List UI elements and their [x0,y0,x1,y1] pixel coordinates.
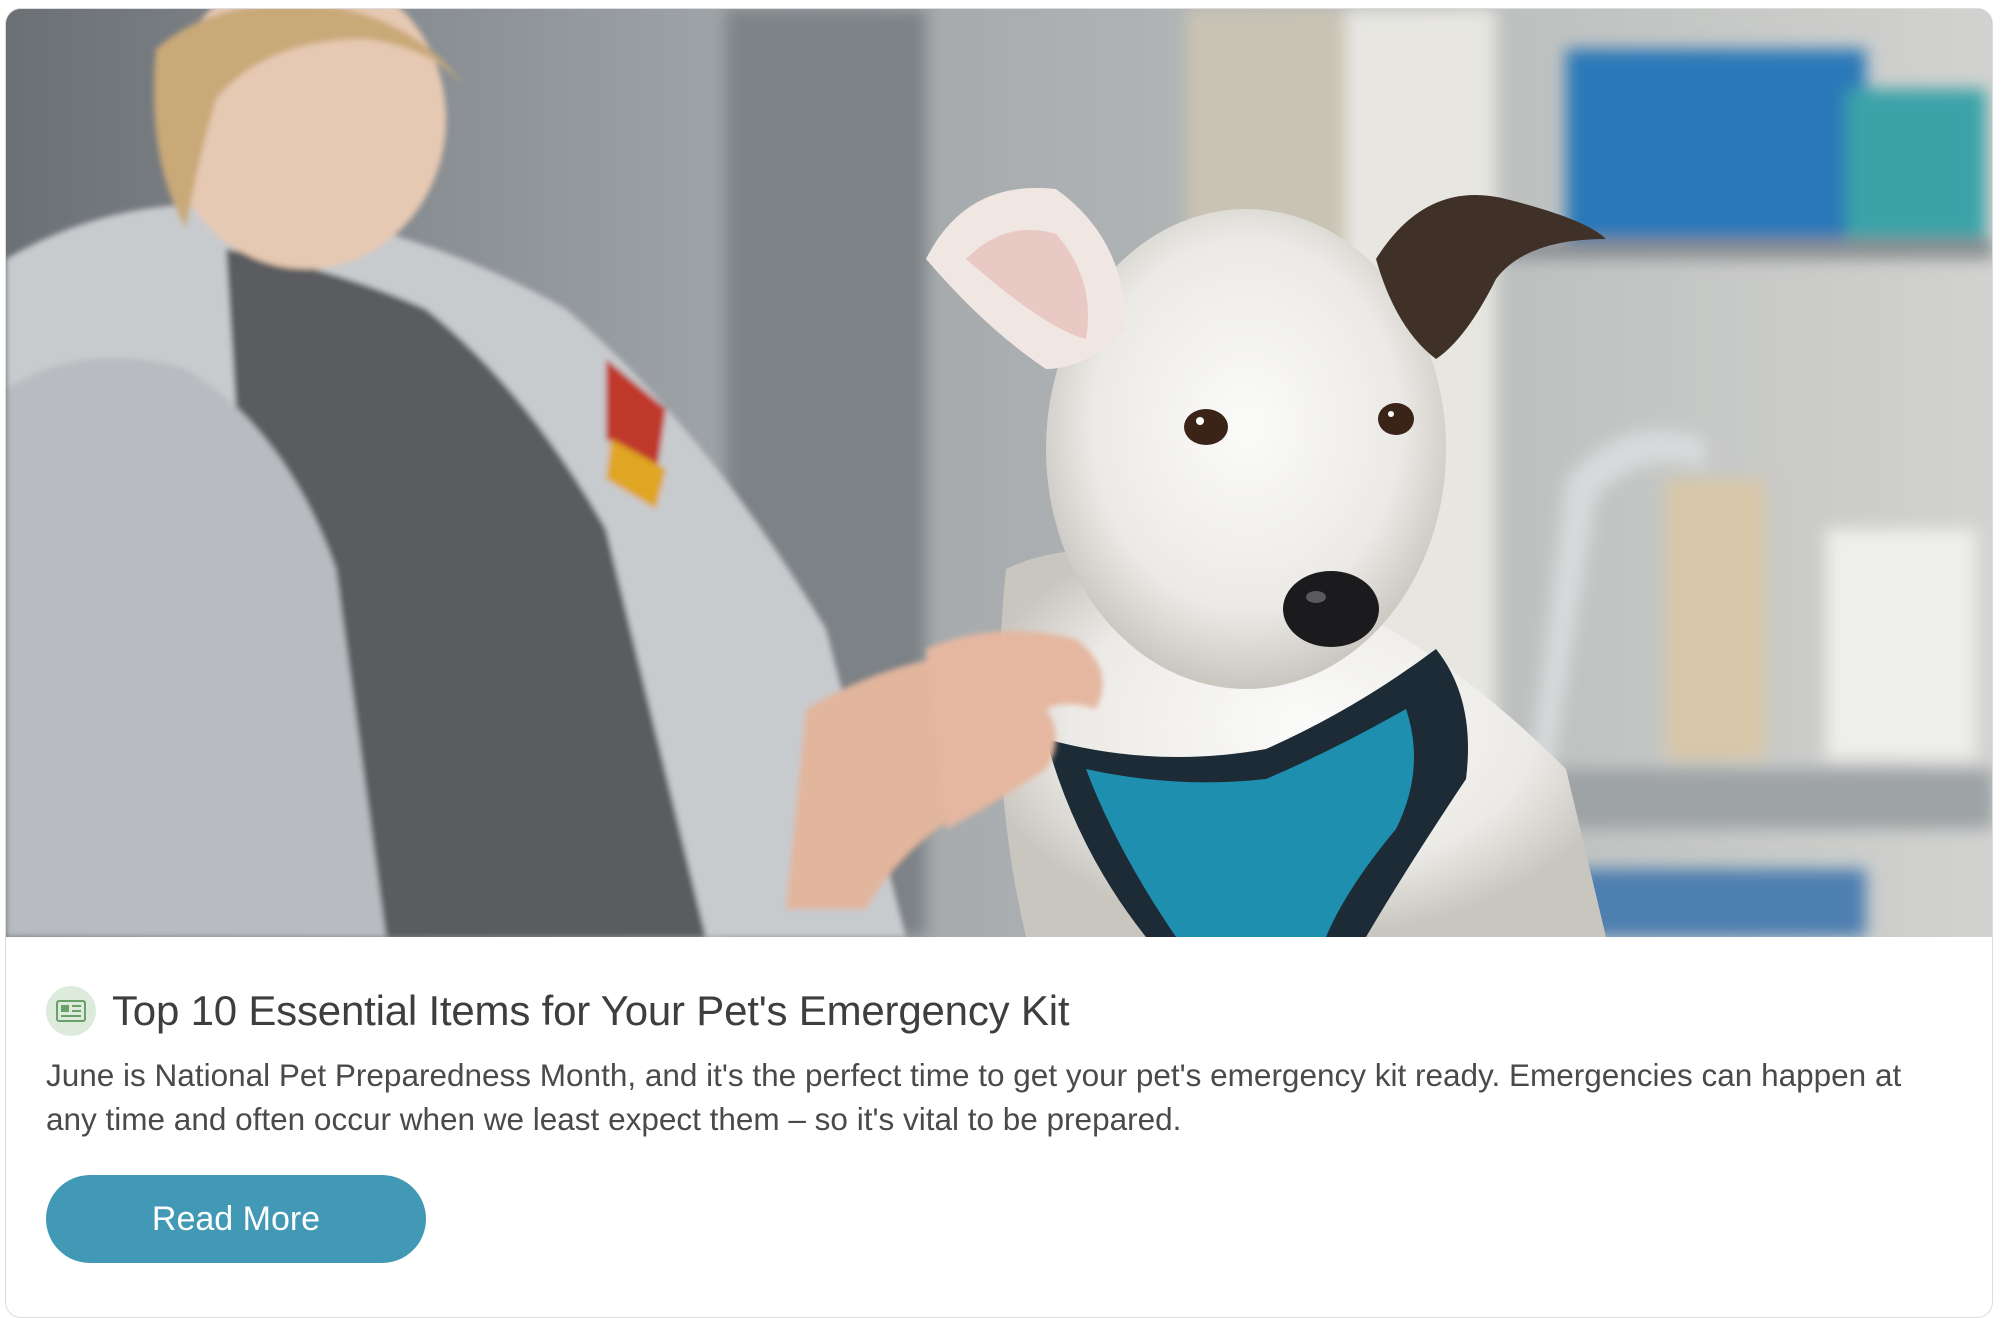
article-icon [46,986,96,1036]
hero-image[interactable] [6,9,1992,937]
article-title[interactable]: Top 10 Essential Items for Your Pet's Em… [112,987,1070,1035]
title-row: Top 10 Essential Items for Your Pet's Em… [46,981,1070,1041]
article-card: Top 10 Essential Items for Your Pet's Em… [5,8,1993,1318]
article-summary: June is National Pet Preparedness Month,… [46,1057,1902,1137]
read-more-button[interactable]: Read More [46,1175,426,1263]
